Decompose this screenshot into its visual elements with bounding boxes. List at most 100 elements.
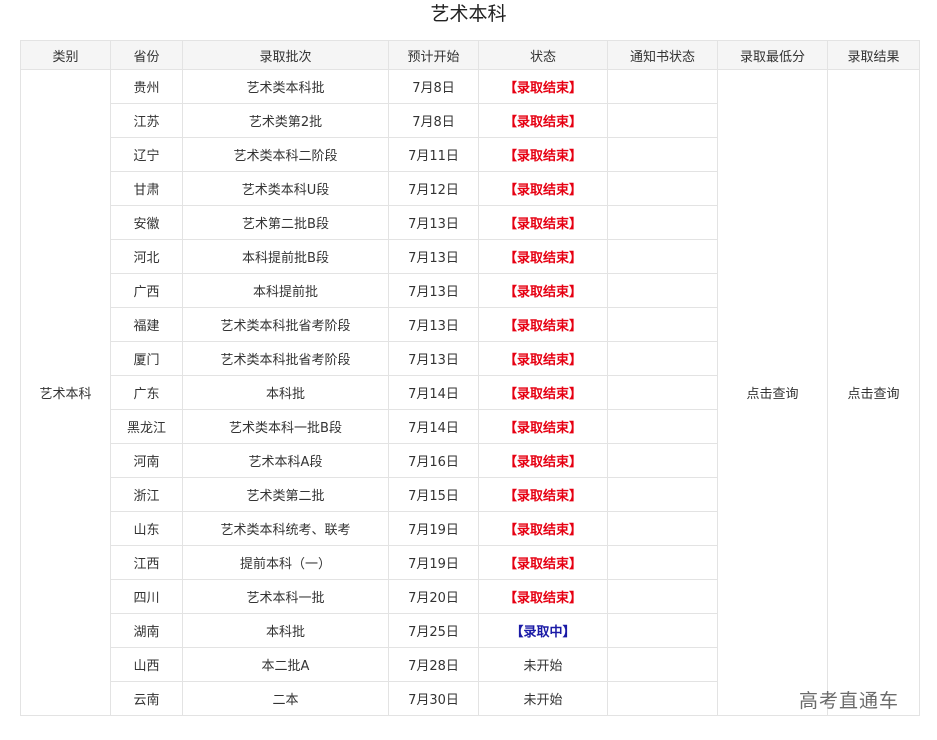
- status-cell: 未开始: [478, 681, 608, 716]
- header-batch: 录取批次: [182, 40, 389, 70]
- start-date-cell: 7月11日: [388, 137, 479, 172]
- status-cell: 【录取结束】: [478, 409, 608, 444]
- status-cell: 【录取结束】: [478, 545, 608, 580]
- result-query-link[interactable]: 点击查询: [827, 69, 920, 716]
- batch-cell: 提前本科（一）: [182, 545, 389, 580]
- province-cell: 江苏: [110, 103, 183, 138]
- status-cell: 【录取结束】: [478, 511, 608, 546]
- header-row: 类别 省份 录取批次 预计开始 状态 通知书状态 录取最低分 录取结果: [20, 40, 920, 70]
- start-date-cell: 7月8日: [388, 69, 479, 104]
- batch-cell: 艺术本科一批: [182, 579, 389, 614]
- province-cell: 黑龙江: [110, 409, 183, 444]
- notice-status-cell: [607, 137, 718, 172]
- notice-status-cell: [607, 103, 718, 138]
- notice-status-cell: [607, 681, 718, 716]
- notice-status-cell: [607, 239, 718, 274]
- batch-cell: 本科提前批B段: [182, 239, 389, 274]
- batch-cell: 艺术类本科批: [182, 69, 389, 104]
- start-date-cell: 7月13日: [388, 239, 479, 274]
- notice-status-cell: [607, 171, 718, 206]
- status-cell: 【录取结束】: [478, 273, 608, 308]
- batch-cell: 艺术类本科批省考阶段: [182, 341, 389, 376]
- status-cell: 【录取结束】: [478, 443, 608, 478]
- notice-status-cell: [607, 205, 718, 240]
- province-cell: 山东: [110, 511, 183, 546]
- status-cell: 【录取结束】: [478, 239, 608, 274]
- status-cell: 【录取中】: [478, 613, 608, 648]
- province-cell: 四川: [110, 579, 183, 614]
- batch-cell: 艺术类第二批: [182, 477, 389, 512]
- status-cell: 【录取结束】: [478, 477, 608, 512]
- header-start-date: 预计开始: [388, 40, 479, 70]
- province-cell: 辽宁: [110, 137, 183, 172]
- start-date-cell: 7月14日: [388, 409, 479, 444]
- province-cell: 福建: [110, 307, 183, 342]
- start-date-cell: 7月15日: [388, 477, 479, 512]
- header-min-score: 录取最低分: [717, 40, 828, 70]
- start-date-cell: 7月19日: [388, 511, 479, 546]
- notice-status-cell: [607, 273, 718, 308]
- province-cell: 甘肃: [110, 171, 183, 206]
- start-date-cell: 7月20日: [388, 579, 479, 614]
- batch-cell: 本二批A: [182, 647, 389, 682]
- notice-status-cell: [607, 477, 718, 512]
- start-date-cell: 7月25日: [388, 613, 479, 648]
- status-cell: 未开始: [478, 647, 608, 682]
- min-score-query-link[interactable]: 点击查询: [717, 69, 828, 716]
- start-date-cell: 7月28日: [388, 647, 479, 682]
- category-cell: 艺术本科: [20, 69, 111, 716]
- batch-cell: 艺术类本科批省考阶段: [182, 307, 389, 342]
- header-result: 录取结果: [827, 40, 920, 70]
- notice-status-cell: [607, 341, 718, 376]
- province-cell: 厦门: [110, 341, 183, 376]
- start-date-cell: 7月13日: [388, 273, 479, 308]
- province-cell: 安徽: [110, 205, 183, 240]
- start-date-cell: 7月12日: [388, 171, 479, 206]
- batch-cell: 艺术类本科一批B段: [182, 409, 389, 444]
- start-date-cell: 7月19日: [388, 545, 479, 580]
- status-cell: 【录取结束】: [478, 375, 608, 410]
- batch-cell: 艺术类第2批: [182, 103, 389, 138]
- status-cell: 【录取结束】: [478, 579, 608, 614]
- batch-cell: 二本: [182, 681, 389, 716]
- batch-cell: 艺术第二批B段: [182, 205, 389, 240]
- province-cell: 河南: [110, 443, 183, 478]
- notice-status-cell: [607, 375, 718, 410]
- province-cell: 山西: [110, 647, 183, 682]
- province-cell: 广东: [110, 375, 183, 410]
- batch-cell: 艺术类本科统考、联考: [182, 511, 389, 546]
- province-cell: 广西: [110, 273, 183, 308]
- notice-status-cell: [607, 409, 718, 444]
- notice-status-cell: [607, 307, 718, 342]
- table-row: 艺术本科 贵州 艺术类本科批 7月8日 【录取结束】 点击查询 点击查询: [20, 69, 920, 716]
- batch-cell: 艺术类本科二阶段: [182, 137, 389, 172]
- header-province: 省份: [110, 40, 183, 70]
- start-date-cell: 7月13日: [388, 205, 479, 240]
- table-header: 类别 省份 录取批次 预计开始 状态 通知书状态 录取最低分 录取结果: [20, 40, 920, 70]
- batch-cell: 本科批: [182, 613, 389, 648]
- start-date-cell: 7月30日: [388, 681, 479, 716]
- notice-status-cell: [607, 613, 718, 648]
- header-notice-status: 通知书状态: [607, 40, 718, 70]
- status-cell: 【录取结束】: [478, 307, 608, 342]
- status-cell: 【录取结束】: [478, 137, 608, 172]
- notice-status-cell: [607, 69, 718, 104]
- notice-status-cell: [607, 579, 718, 614]
- province-cell: 河北: [110, 239, 183, 274]
- header-status: 状态: [478, 40, 608, 70]
- start-date-cell: 7月13日: [388, 341, 479, 376]
- batch-cell: 本科提前批: [182, 273, 389, 308]
- notice-status-cell: [607, 545, 718, 580]
- province-cell: 贵州: [110, 69, 183, 104]
- notice-status-cell: [607, 443, 718, 478]
- province-cell: 湖南: [110, 613, 183, 648]
- notice-status-cell: [607, 511, 718, 546]
- status-cell: 【录取结束】: [478, 103, 608, 138]
- status-cell: 【录取结束】: [478, 341, 608, 376]
- status-cell: 【录取结束】: [478, 205, 608, 240]
- start-date-cell: 7月14日: [388, 375, 479, 410]
- status-cell: 【录取结束】: [478, 171, 608, 206]
- province-cell: 江西: [110, 545, 183, 580]
- status-cell: 【录取结束】: [478, 69, 608, 104]
- header-category: 类别: [20, 40, 111, 70]
